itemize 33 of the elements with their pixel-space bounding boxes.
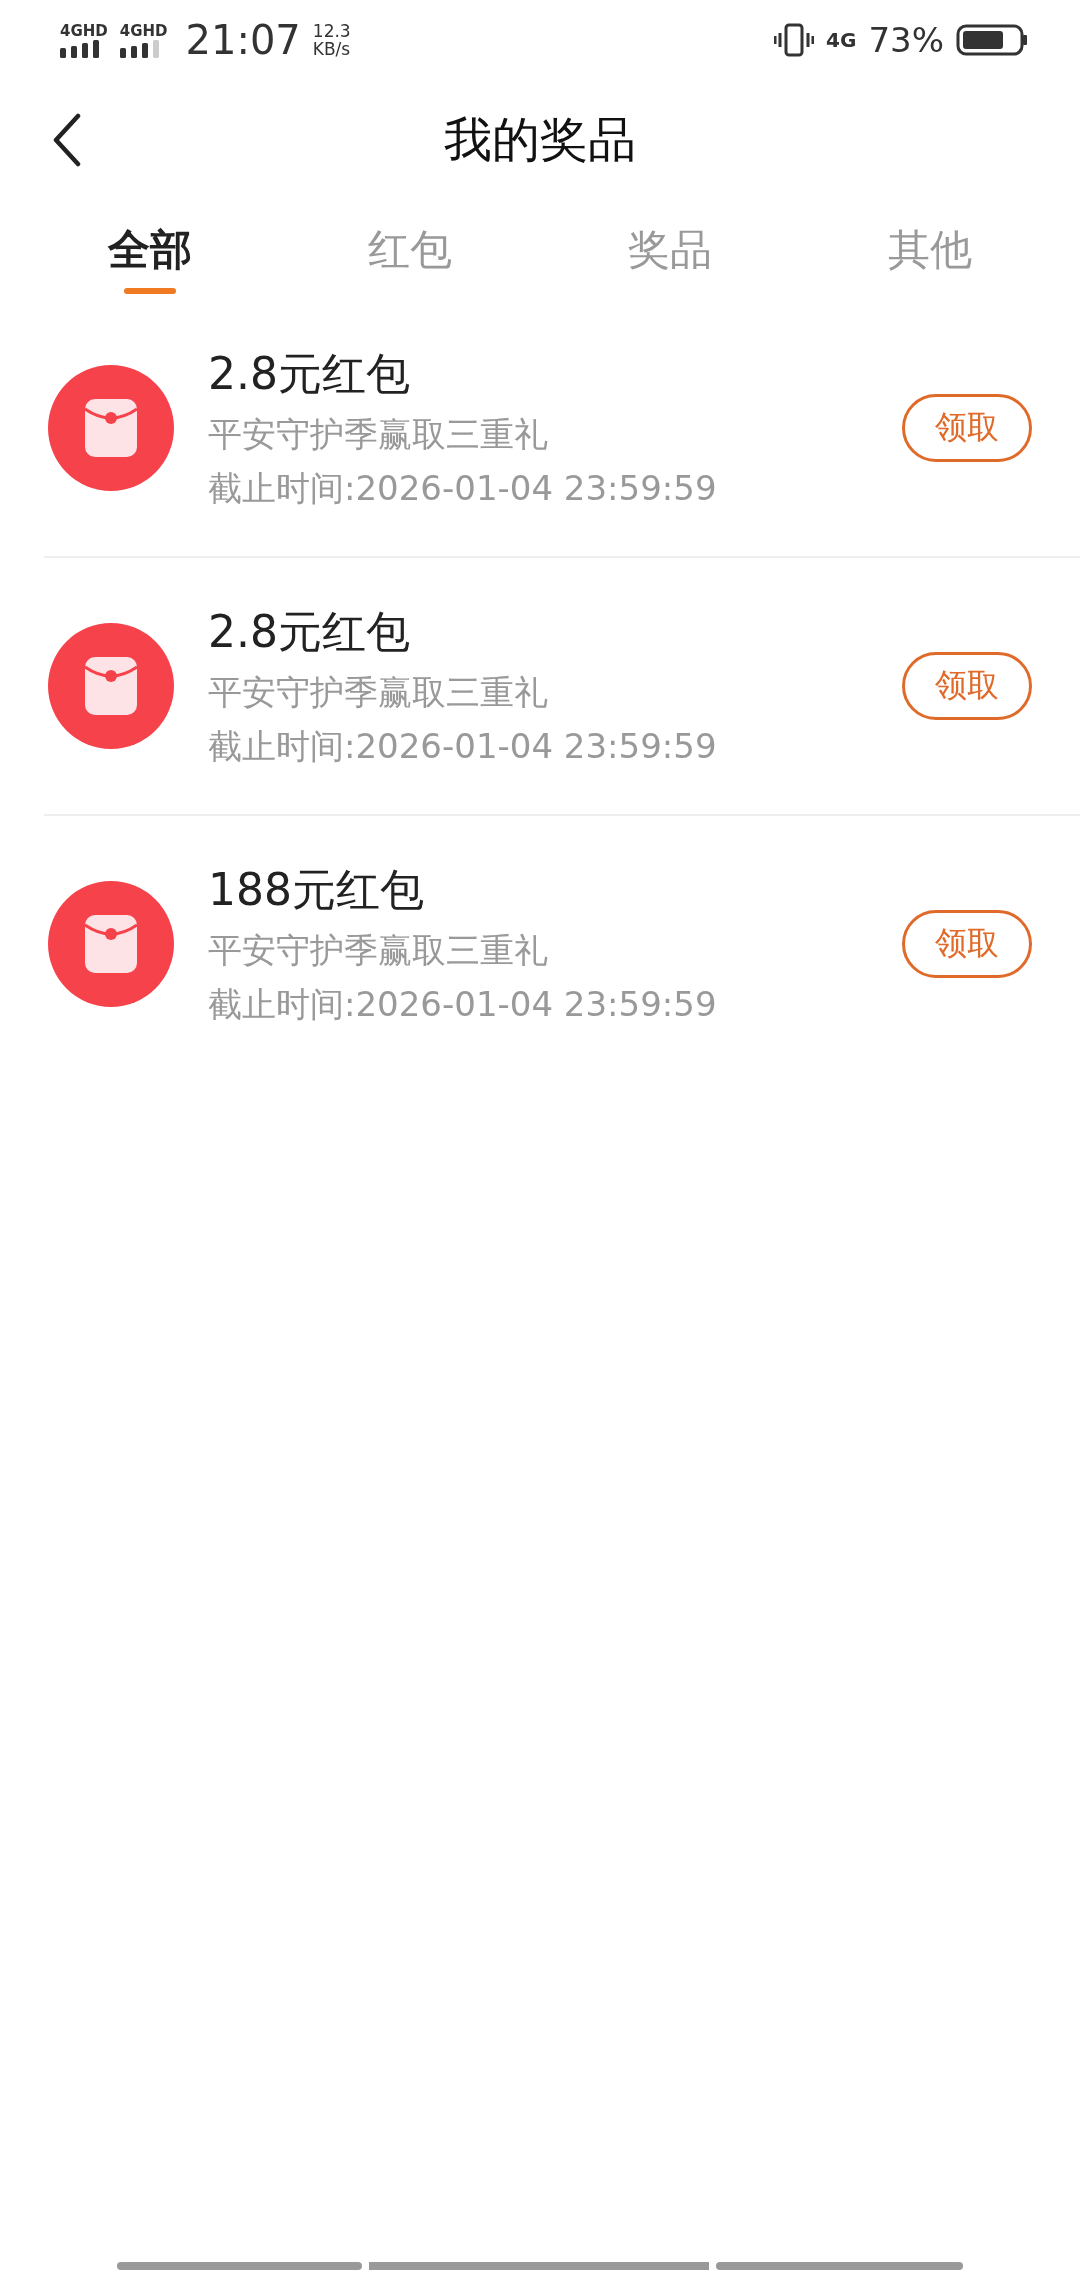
clock-time: 21:07 [185, 17, 301, 63]
battery-percent: 73% [868, 20, 944, 60]
speed-unit: KB/s [312, 40, 351, 58]
back-icon[interactable] [52, 113, 82, 167]
envelope-icon [48, 881, 174, 1007]
tab[interactable]: 奖品 [628, 222, 712, 278]
deadline-text: 截止时间:2026-01-04 23:59:59 [208, 982, 718, 1026]
tab[interactable]: 全部 [108, 222, 192, 278]
claim-button[interactable]: 领取 [902, 910, 1032, 978]
signal-icon [60, 39, 100, 58]
signal-icon [119, 39, 160, 58]
deadline-text: 截止时间:2026-01-04 23:59:59 [208, 466, 718, 510]
vibrate-icon [774, 23, 815, 57]
claim-button[interactable]: 领取 [902, 652, 1032, 720]
envelope-icon [48, 623, 174, 749]
network-label: 4G [826, 28, 857, 52]
network-label: 4GHD [119, 22, 168, 39]
envelope-icon [48, 365, 174, 491]
battery-icon [956, 24, 1028, 56]
tab[interactable]: 其他 [888, 222, 972, 278]
prize-subtitle: 平安守护季赢取三重礼 [208, 670, 549, 714]
network-label: 4GHD [60, 22, 108, 39]
tab-indicator [124, 288, 176, 294]
prize-title: 2.8元红包 [208, 346, 411, 401]
speed-value: 12.3 [312, 22, 351, 40]
prize-title: 188元红包 [208, 862, 425, 917]
page-title: 我的奖品 [444, 110, 636, 169]
claim-button[interactable]: 领取 [902, 394, 1032, 462]
prize-subtitle: 平安守护季赢取三重礼 [208, 928, 549, 972]
prize-subtitle: 平安守护季赢取三重礼 [208, 412, 549, 456]
tab[interactable]: 红包 [368, 222, 452, 278]
deadline-text: 截止时间:2026-01-04 23:59:59 [208, 724, 718, 768]
prize-title: 2.8元红包 [208, 604, 411, 659]
